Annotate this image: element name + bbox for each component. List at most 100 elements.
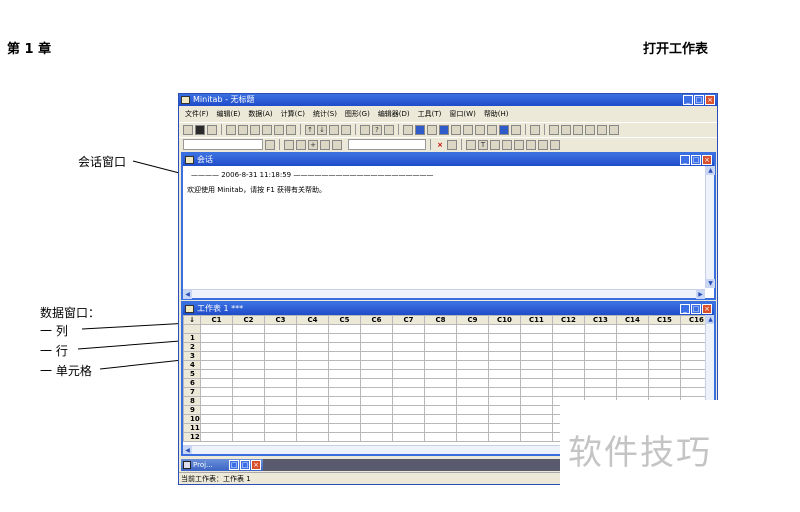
maximize-project-button[interactable]: □ xyxy=(240,460,250,470)
delete-x-icon[interactable]: × xyxy=(435,139,445,150)
data-cell[interactable] xyxy=(328,342,361,352)
data-cell[interactable] xyxy=(360,333,393,343)
data-cell[interactable] xyxy=(488,351,521,361)
select-arrow-icon[interactable] xyxy=(466,139,476,150)
data-cell[interactable] xyxy=(520,432,553,442)
help-icon[interactable]: ? xyxy=(372,124,382,135)
polygon-tool-icon[interactable] xyxy=(526,139,536,150)
column-name-cell[interactable] xyxy=(392,324,425,334)
data-cell[interactable] xyxy=(456,432,489,442)
close-button[interactable]: × xyxy=(705,95,715,105)
column-header[interactable]: C2 xyxy=(232,315,265,325)
session-minimize-button[interactable]: _ xyxy=(680,155,690,165)
data-cell[interactable] xyxy=(584,360,617,370)
data-cell[interactable] xyxy=(264,396,297,406)
minimize-button[interactable]: _ xyxy=(683,95,693,105)
data-cell[interactable] xyxy=(200,414,233,424)
data-cell[interactable] xyxy=(264,378,297,388)
data-cell[interactable] xyxy=(616,342,649,352)
data-cell[interactable] xyxy=(328,405,361,415)
data-cell[interactable] xyxy=(264,414,297,424)
data-cell[interactable] xyxy=(456,423,489,433)
data-cell[interactable] xyxy=(392,423,425,433)
minimized-project-window[interactable]: Proj... □ □ × xyxy=(181,459,263,471)
data-cell[interactable] xyxy=(360,342,393,352)
row-header[interactable]: 12 xyxy=(183,432,201,442)
restore-button[interactable]: □ xyxy=(229,460,239,470)
data-cell[interactable] xyxy=(616,387,649,397)
scroll-down-icon[interactable]: ▼ xyxy=(706,279,715,288)
data-cell[interactable] xyxy=(392,414,425,424)
data-cell[interactable] xyxy=(392,351,425,361)
pointer-icon[interactable] xyxy=(284,139,294,150)
data-cell[interactable] xyxy=(520,405,553,415)
menu-calc[interactable]: 计算(C) xyxy=(281,107,305,121)
row-header[interactable]: 1 xyxy=(183,333,201,343)
print-icon[interactable] xyxy=(207,124,217,135)
data-cell[interactable] xyxy=(488,378,521,388)
data-cell[interactable] xyxy=(552,387,585,397)
data-cell[interactable] xyxy=(552,360,585,370)
data-cell[interactable] xyxy=(648,333,681,343)
session-close-button[interactable]: × xyxy=(702,155,712,165)
data-cell[interactable] xyxy=(328,333,361,343)
data-cell[interactable] xyxy=(360,414,393,424)
data-cell[interactable] xyxy=(520,414,553,424)
data-cell[interactable] xyxy=(520,396,553,406)
column-header[interactable]: C6 xyxy=(360,315,393,325)
find-icon[interactable] xyxy=(329,124,339,135)
data-cell[interactable] xyxy=(552,333,585,343)
data-cell[interactable] xyxy=(584,387,617,397)
data-cell[interactable] xyxy=(456,351,489,361)
report-pad-icon[interactable] xyxy=(463,124,473,135)
table-icon[interactable] xyxy=(511,124,521,135)
data-cell[interactable] xyxy=(200,432,233,442)
column-header[interactable]: C3 xyxy=(264,315,297,325)
data-cell[interactable] xyxy=(456,414,489,424)
edit-icon[interactable] xyxy=(585,124,595,135)
menu-window[interactable]: 窗口(W) xyxy=(449,107,475,121)
data-cell[interactable] xyxy=(456,405,489,415)
pen-icon[interactable] xyxy=(296,139,306,150)
data-cell[interactable] xyxy=(424,333,457,343)
session-vertical-scrollbar[interactable]: ▲ ▼ xyxy=(705,166,715,288)
column-header[interactable]: C5 xyxy=(328,315,361,325)
column-header[interactable]: C10 xyxy=(488,315,521,325)
data-cell[interactable] xyxy=(488,414,521,424)
data-cell[interactable] xyxy=(328,414,361,424)
row-header[interactable]: 6 xyxy=(183,378,201,388)
data-cell[interactable] xyxy=(392,432,425,442)
data-cell[interactable] xyxy=(360,405,393,415)
data-cell[interactable] xyxy=(424,414,457,424)
data-cell[interactable] xyxy=(456,333,489,343)
eraser-icon[interactable] xyxy=(609,124,619,135)
marker-tool-icon[interactable] xyxy=(538,139,548,150)
worksheet-scroll-up-icon[interactable]: ▲ xyxy=(706,315,714,324)
paste-icon[interactable] xyxy=(250,124,260,135)
data-cell[interactable] xyxy=(648,351,681,361)
data-cell[interactable] xyxy=(648,387,681,397)
data-cell[interactable] xyxy=(520,342,553,352)
font-combo[interactable] xyxy=(183,139,263,150)
data-cell[interactable] xyxy=(552,351,585,361)
data-cell[interactable] xyxy=(648,342,681,352)
session-maximize-button[interactable]: □ xyxy=(691,155,701,165)
worksheet-minimize-button[interactable]: _ xyxy=(680,304,690,314)
data-cell[interactable] xyxy=(264,387,297,397)
menu-editor[interactable]: 编辑器(D) xyxy=(378,107,410,121)
data-cell[interactable] xyxy=(616,360,649,370)
data-cell[interactable] xyxy=(424,351,457,361)
flag-icon[interactable] xyxy=(320,139,330,150)
info-icon[interactable] xyxy=(439,124,449,135)
column-header[interactable]: C12 xyxy=(552,315,585,325)
text-tool-icon[interactable]: T xyxy=(478,139,488,150)
rectangle-tool-icon[interactable] xyxy=(490,139,500,150)
data-cell[interactable] xyxy=(232,414,265,424)
data-cell[interactable] xyxy=(328,351,361,361)
data-cell[interactable] xyxy=(296,396,329,406)
redo-icon[interactable] xyxy=(274,124,284,135)
item-combo[interactable] xyxy=(348,139,426,150)
data-cell[interactable] xyxy=(296,387,329,397)
data-cell[interactable] xyxy=(360,396,393,406)
data-cell[interactable] xyxy=(264,423,297,433)
